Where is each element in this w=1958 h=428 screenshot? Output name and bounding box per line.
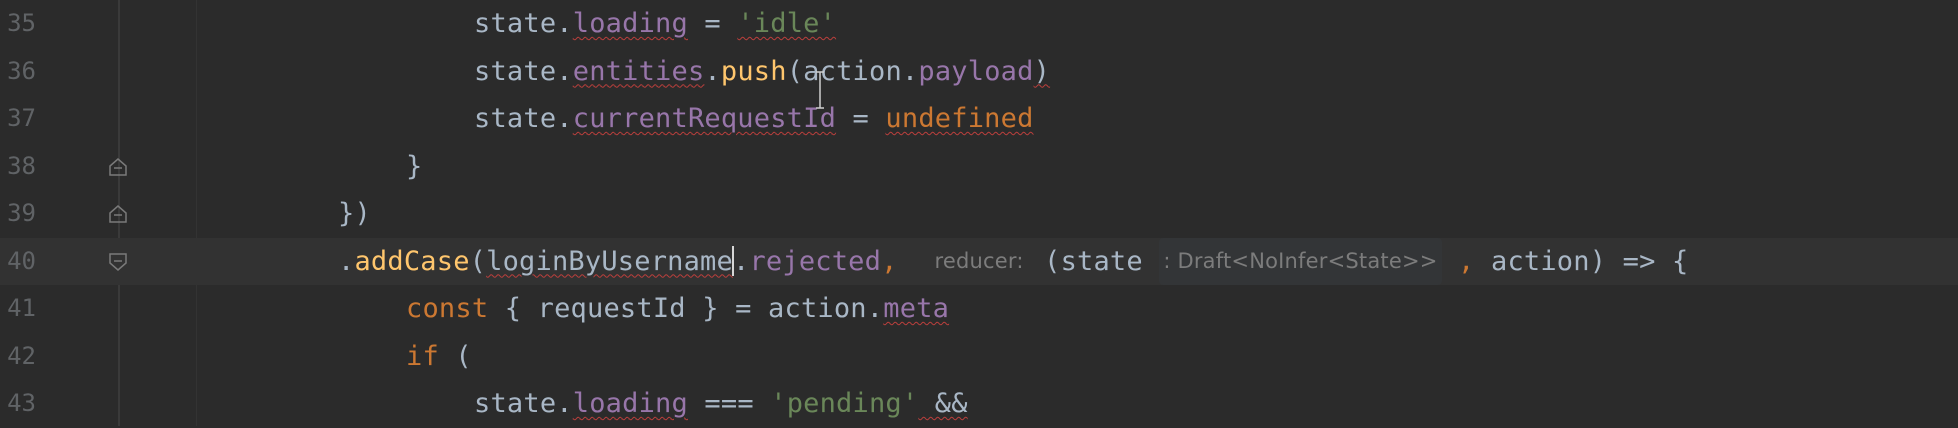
token: action: [1490, 245, 1590, 277]
code-line[interactable]: 39 }): [0, 190, 1958, 238]
code-text[interactable]: if (: [406, 333, 472, 381]
token: meta: [883, 293, 950, 324]
token: loading: [572, 388, 688, 419]
token: rejected: [749, 245, 882, 277]
line-number: 40: [7, 246, 36, 275]
token: }: [406, 150, 423, 182]
token: .: [556, 103, 573, 134]
line-number: 38: [7, 151, 36, 180]
parameter-hint-reducer: reducer:: [934, 248, 1024, 273]
token: 'idle': [737, 8, 837, 39]
line-number: 41: [7, 294, 36, 322]
ibeam-cursor-icon: [816, 70, 824, 110]
token: if: [406, 340, 439, 372]
code-text[interactable]: state.loading = 'idle': [474, 0, 836, 48]
code-line[interactable]: 42 if (: [0, 333, 1958, 381]
code-line[interactable]: 43 state.loading === 'pending' &&: [0, 380, 1958, 428]
token: ,: [1458, 245, 1475, 277]
code-line-current[interactable]: 40 .addCase(loginByUsername.rejected, re…: [0, 237, 1958, 285]
code-text[interactable]: const { requestId } = action.meta: [406, 285, 949, 333]
token: .: [732, 245, 750, 277]
line-number: 36: [7, 56, 36, 85]
code-line[interactable]: 41 const { requestId } = action.meta: [0, 285, 1958, 333]
token: action: [768, 293, 867, 324]
token: .: [901, 55, 919, 87]
token: entities: [572, 55, 705, 87]
token: 'pending': [770, 388, 919, 419]
code-text[interactable]: state.loading === 'pending' &&: [474, 380, 968, 428]
token: ===: [687, 388, 771, 419]
line-number: 39: [7, 199, 36, 227]
code-line[interactable]: 38 }: [0, 143, 1958, 191]
token: addCase: [354, 245, 470, 277]
code-editor[interactable]: 35 state.loading = 'idle' 36 state.entit…: [0, 0, 1958, 426]
line-number: 35: [7, 9, 36, 37]
token: }): [338, 198, 371, 229]
line-number: 37: [7, 104, 36, 132]
token: ): [1033, 55, 1051, 87]
token: .: [866, 293, 884, 324]
code-line[interactable]: 35 state.loading = 'idle': [0, 0, 1958, 48]
code-text[interactable]: state.currentRequestId = undefined: [474, 95, 1034, 143]
token: .: [556, 388, 573, 419]
token: (: [469, 245, 487, 277]
token: =: [687, 8, 738, 39]
token: state: [474, 55, 557, 87]
token: ) => {: [1589, 245, 1689, 277]
code-text[interactable]: state.entities.push(action.payload): [474, 48, 1050, 96]
token: currentRequestId: [572, 103, 837, 134]
fold-end-icon[interactable]: [107, 203, 129, 225]
token: undefined: [885, 103, 1034, 134]
code-text[interactable]: }: [406, 143, 422, 191]
fold-collapse-icon[interactable]: [107, 251, 129, 273]
token: .: [704, 55, 721, 87]
token: { requestId } =: [488, 293, 769, 324]
line-number: 42: [7, 341, 36, 370]
token: (: [438, 340, 472, 372]
token: payload: [918, 55, 1034, 87]
code-text[interactable]: .addCase(loginByUsername.rejected, reduc…: [338, 237, 1689, 285]
code-line[interactable]: 37 state.currentRequestId = undefined: [0, 95, 1958, 143]
token: loginByUsername: [486, 245, 733, 277]
token: (state: [1044, 245, 1143, 277]
token: .: [338, 245, 355, 277]
token: (: [786, 55, 804, 87]
token: const: [406, 293, 489, 324]
code-text[interactable]: }): [338, 190, 371, 238]
token: push: [720, 55, 787, 87]
token: state: [474, 103, 557, 134]
token: state: [474, 388, 557, 419]
fold-end-icon[interactable]: [107, 156, 129, 178]
token: =: [836, 103, 886, 134]
token: .: [556, 55, 573, 87]
token: .: [556, 8, 573, 39]
type-hint-state: : Draft<NoInfer<State>>: [1159, 237, 1442, 285]
line-number: 43: [7, 389, 36, 417]
token: &&: [918, 388, 968, 419]
token: state: [474, 8, 557, 39]
token: ,: [881, 245, 898, 277]
token: loading: [572, 8, 688, 39]
code-line[interactable]: 36 state.entities.push(action.payload): [0, 48, 1958, 96]
